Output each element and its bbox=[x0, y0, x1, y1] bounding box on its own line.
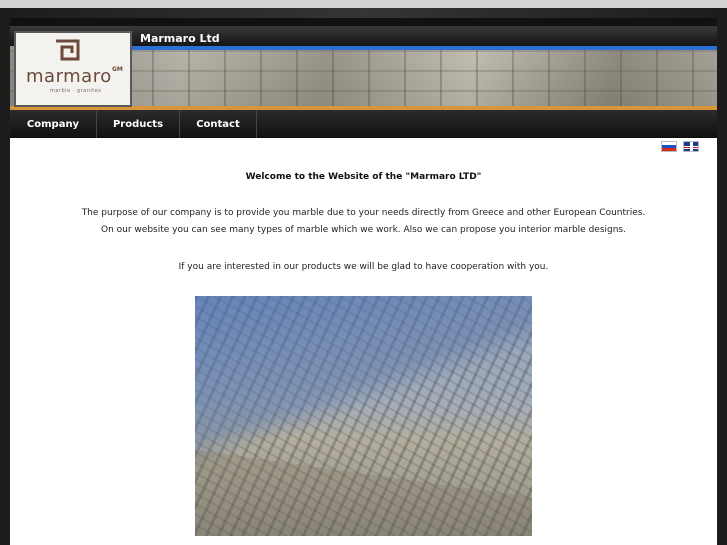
nav-item-contact[interactable]: Contact bbox=[180, 110, 257, 138]
logo-wordmark: marmaro bbox=[26, 66, 112, 87]
header-blue-accent bbox=[128, 46, 717, 50]
russia-flag-icon[interactable] bbox=[661, 141, 677, 152]
intro-line-1: The purpose of our company is to provide… bbox=[81, 208, 646, 218]
nav-item-products[interactable]: Products bbox=[97, 110, 180, 138]
main-content: Welcome to the Website of the "Marmaro L… bbox=[10, 138, 717, 545]
company-logo[interactable]: marmaro GM marble · granites bbox=[16, 33, 130, 105]
nav-item-company[interactable]: Company bbox=[10, 110, 97, 138]
intro-line-2: On our website you can see many types of… bbox=[101, 225, 626, 235]
logo-subtitle: marble · granites bbox=[50, 88, 102, 94]
site-title: Marmaro Ltd bbox=[140, 32, 220, 45]
intro-paragraph: The purpose of our company is to provide… bbox=[10, 205, 717, 239]
uk-flag-icon[interactable] bbox=[683, 141, 699, 152]
browser-top-strip bbox=[0, 0, 727, 8]
main-navigation: Company Products Contact bbox=[10, 110, 717, 138]
cooperation-paragraph: If you are interested in our products we… bbox=[178, 262, 549, 272]
language-switcher bbox=[661, 141, 699, 152]
greek-key-logo-icon bbox=[56, 39, 80, 61]
marble-slab-photo bbox=[195, 296, 532, 536]
welcome-heading: Welcome to the Website of the "Marmaro L… bbox=[245, 172, 482, 182]
logo-gm-mark: GM bbox=[112, 66, 123, 73]
